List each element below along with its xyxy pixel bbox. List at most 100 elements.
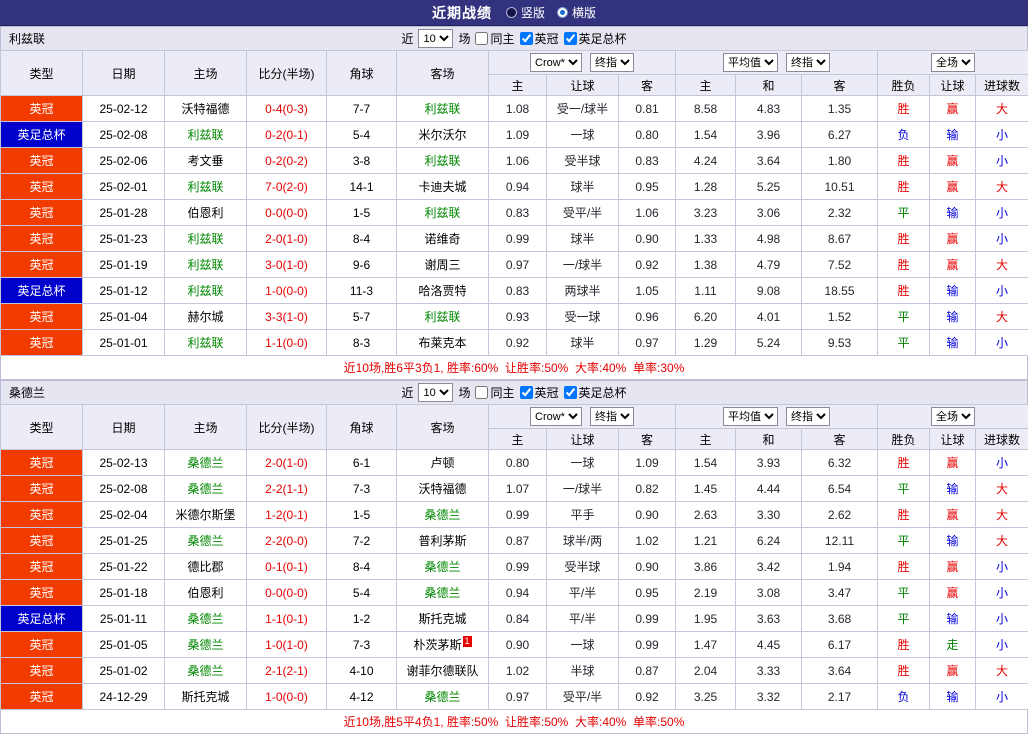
- odds-time-select[interactable]: 终指: [590, 407, 634, 426]
- match-date: 25-01-18: [83, 580, 165, 606]
- away-team-link[interactable]: 利兹联: [397, 96, 489, 122]
- euro-time-select[interactable]: 终指: [786, 53, 830, 72]
- home-team-link[interactable]: 利兹联: [165, 122, 247, 148]
- match-type-badge: 英冠: [1, 528, 83, 554]
- col-result-goals: 进球数: [976, 75, 1028, 96]
- scope-select[interactable]: 全场: [931, 53, 975, 72]
- home-team-link[interactable]: 德比郡: [165, 554, 247, 580]
- filter-league[interactable]: 英冠: [520, 384, 559, 401]
- scope-select[interactable]: 全场: [931, 407, 975, 426]
- result-goals: 大: [976, 658, 1028, 684]
- away-team-link[interactable]: 谢菲尔德联队: [397, 658, 489, 684]
- away-team-link[interactable]: 利兹联: [397, 200, 489, 226]
- match-date: 25-01-23: [83, 226, 165, 252]
- home-team-link[interactable]: 考文垂: [165, 148, 247, 174]
- same-home-checkbox[interactable]: [475, 386, 488, 399]
- home-team-link[interactable]: 桑德兰: [165, 658, 247, 684]
- home-team-link[interactable]: 桑德兰: [165, 476, 247, 502]
- match-type-badge: 英冠: [1, 330, 83, 356]
- result-handicap: 输: [930, 200, 976, 226]
- asia-home-odds: 0.99: [489, 554, 547, 580]
- asia-home-odds: 1.06: [489, 148, 547, 174]
- home-team-link[interactable]: 利兹联: [165, 252, 247, 278]
- same-home-checkbox[interactable]: [475, 32, 488, 45]
- home-team-link[interactable]: 桑德兰: [165, 606, 247, 632]
- away-team-link[interactable]: 布莱克本: [397, 330, 489, 356]
- home-team-link[interactable]: 桑德兰: [165, 450, 247, 476]
- away-team-link[interactable]: 朴茨茅斯1: [397, 632, 489, 658]
- home-team-link[interactable]: 利兹联: [165, 330, 247, 356]
- euro-draw-odds: 3.42: [736, 554, 802, 580]
- euro-source-select[interactable]: 平均值: [723, 407, 778, 426]
- results-tbody: 英冠25-02-13桑德兰2-0(1-0)6-1卢顿0.80一球1.091.54…: [1, 450, 1028, 710]
- match-count-select[interactable]: 10: [418, 383, 453, 402]
- filter-same-home[interactable]: 同主: [475, 384, 514, 401]
- odds-source-select[interactable]: Crow*: [530, 407, 582, 426]
- home-team-link[interactable]: 伯恩利: [165, 580, 247, 606]
- layout-radio-horizontal[interactable]: 横版: [557, 4, 596, 21]
- match-count-select[interactable]: 10: [418, 29, 453, 48]
- home-team-link[interactable]: 赫尔城: [165, 304, 247, 330]
- filter-fa-cup[interactable]: 英足总杯: [564, 384, 627, 401]
- euro-away-odds: 6.54: [802, 476, 878, 502]
- away-team-link[interactable]: 谢周三: [397, 252, 489, 278]
- match-row: 英冠25-01-02桑德兰2-1(2-1)4-10谢菲尔德联队1.02半球0.8…: [1, 658, 1028, 684]
- euro-time-select[interactable]: 终指: [786, 407, 830, 426]
- away-team-link[interactable]: 米尔沃尔: [397, 122, 489, 148]
- home-team-link[interactable]: 桑德兰: [165, 528, 247, 554]
- away-team-link[interactable]: 斯托克城: [397, 606, 489, 632]
- asia-handicap: 受半球: [547, 148, 619, 174]
- layout-radio-vertical[interactable]: 竖版: [506, 4, 545, 21]
- euro-away-odds: 3.64: [802, 658, 878, 684]
- home-team-link[interactable]: 沃特福德: [165, 96, 247, 122]
- score-halftime: 2-2(0-0): [247, 528, 327, 554]
- fa-cup-checkbox[interactable]: [564, 386, 577, 399]
- home-team-link[interactable]: 米德尔斯堡: [165, 502, 247, 528]
- away-team-link[interactable]: 桑德兰: [397, 580, 489, 606]
- home-team-link[interactable]: 桑德兰: [165, 632, 247, 658]
- home-team-link[interactable]: 伯恩利: [165, 200, 247, 226]
- euro-away-odds: 2.62: [802, 502, 878, 528]
- league-checkbox[interactable]: [520, 386, 533, 399]
- games-label: 场: [458, 384, 470, 401]
- home-team-link[interactable]: 利兹联: [165, 174, 247, 200]
- result-outcome: 胜: [878, 278, 930, 304]
- asia-away-odds: 1.05: [619, 278, 676, 304]
- away-team-link[interactable]: 利兹联: [397, 148, 489, 174]
- col-asia-home: 主: [489, 75, 547, 96]
- euro-source-select[interactable]: 平均值: [723, 53, 778, 72]
- score-halftime: 1-0(0-0): [247, 278, 327, 304]
- asia-away-odds: 0.83: [619, 148, 676, 174]
- away-team-link[interactable]: 哈洛贾特: [397, 278, 489, 304]
- filter-league[interactable]: 英冠: [520, 30, 559, 47]
- away-team-link[interactable]: 卢顿: [397, 450, 489, 476]
- radio-label: 横版: [572, 4, 596, 21]
- home-team-link[interactable]: 利兹联: [165, 226, 247, 252]
- corner-count: 3-8: [327, 148, 397, 174]
- away-team-link[interactable]: 沃特福德: [397, 476, 489, 502]
- radio-icon[interactable]: [506, 7, 517, 18]
- away-team-link[interactable]: 桑德兰: [397, 554, 489, 580]
- home-team-link[interactable]: 斯托克城: [165, 684, 247, 710]
- away-team-link[interactable]: 桑德兰: [397, 684, 489, 710]
- asia-home-odds: 0.83: [489, 200, 547, 226]
- away-team-link[interactable]: 卡迪夫城: [397, 174, 489, 200]
- result-handicap: 输: [930, 684, 976, 710]
- fa-cup-checkbox[interactable]: [564, 32, 577, 45]
- result-outcome: 胜: [878, 174, 930, 200]
- euro-draw-odds: 3.33: [736, 658, 802, 684]
- filter-fa-cup[interactable]: 英足总杯: [564, 30, 627, 47]
- odds-time-select[interactable]: 终指: [590, 53, 634, 72]
- result-goals: 大: [976, 96, 1028, 122]
- away-team-link[interactable]: 诺维奇: [397, 226, 489, 252]
- away-team-link[interactable]: 桑德兰: [397, 502, 489, 528]
- away-team-link[interactable]: 普利茅斯: [397, 528, 489, 554]
- title-bar: 近期战绩 竖版 横版: [0, 0, 1028, 26]
- league-checkbox[interactable]: [520, 32, 533, 45]
- result-outcome: 胜: [878, 226, 930, 252]
- radio-icon[interactable]: [557, 7, 568, 18]
- filter-same-home[interactable]: 同主: [475, 30, 514, 47]
- away-team-link[interactable]: 利兹联: [397, 304, 489, 330]
- home-team-link[interactable]: 利兹联: [165, 278, 247, 304]
- odds-source-select[interactable]: Crow*: [530, 53, 582, 72]
